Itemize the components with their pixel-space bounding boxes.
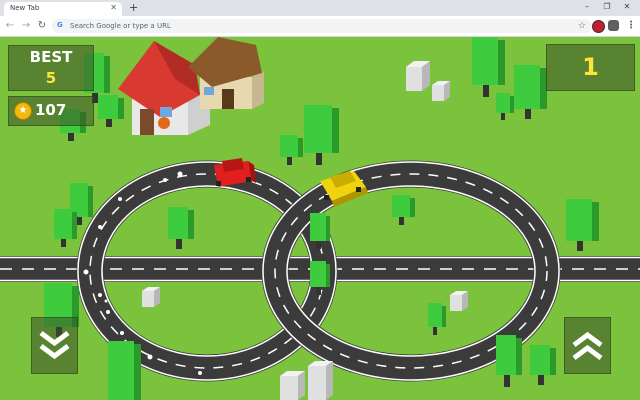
forward-arrow-icon[interactable]: →: [20, 19, 32, 32]
address-bar[interactable]: G Search Google or type a URL ☆: [52, 19, 592, 33]
menu-dots-icon[interactable]: ⋮: [626, 19, 636, 32]
double-chevron-down-icon: [39, 331, 70, 360]
current-score-value: 1: [582, 53, 599, 81]
google-icon: G: [57, 21, 63, 29]
coin-count: 107: [35, 101, 67, 119]
star-icon[interactable]: ☆: [578, 20, 586, 32]
close-icon[interactable]: ✕: [110, 3, 117, 13]
tab-new-tab[interactable]: New Tab ✕: [4, 2, 122, 16]
puzzle-extension-icon[interactable]: [608, 20, 619, 31]
game-canvas[interactable]: BEST 5 ★ 107 1: [0, 37, 640, 400]
new-tab-button[interactable]: +: [129, 1, 138, 14]
browser-toolbar: ← → ↻ G Search Google or type a URL ☆: [0, 16, 640, 37]
best-label: BEST: [29, 48, 73, 66]
best-score-value: 5: [45, 69, 57, 87]
tab-bar: New Tab ✕ + – ❐ ✕: [0, 0, 640, 16]
back-arrow-icon[interactable]: ←: [4, 19, 16, 32]
move-down-button[interactable]: [31, 317, 78, 374]
extension-icon[interactable]: [592, 20, 605, 33]
restore-icon[interactable]: ❐: [600, 1, 614, 13]
close-window-icon[interactable]: ✕: [620, 1, 634, 13]
tab-title: New Tab: [10, 4, 40, 12]
reload-icon[interactable]: ↻: [36, 19, 48, 32]
double-chevron-up-icon: [572, 331, 603, 360]
orange-bush: [158, 117, 170, 129]
coin-counter-panel: ★ 107: [8, 96, 94, 126]
current-score-panel: 1: [546, 44, 635, 91]
coin-icon: ★: [14, 102, 32, 120]
move-up-button[interactable]: [564, 317, 611, 374]
minimize-icon[interactable]: –: [580, 1, 594, 13]
address-bar-placeholder: Search Google or type a URL: [70, 22, 171, 30]
best-score-panel: BEST 5: [8, 45, 94, 91]
game-scene: [0, 37, 640, 400]
